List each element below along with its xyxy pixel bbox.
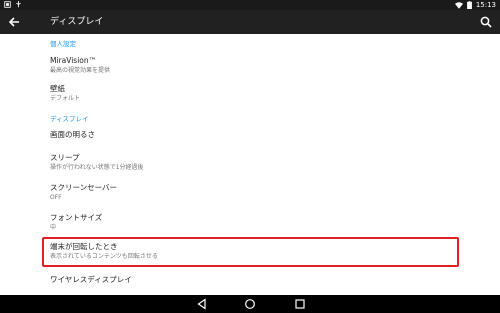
section-header-display: ディスプレイ (50, 115, 89, 123)
settings-list: 個人設定 MiraVision™ 最高の視覚効果を提供 壁紙 デフォルト ディス… (0, 34, 500, 295)
settings-item-brightness[interactable]: 画面の明るさ (50, 130, 460, 140)
settings-item-font-size[interactable]: フォントサイズ 中 (50, 213, 460, 232)
app-bar: ディスプレイ (0, 10, 500, 34)
settings-item-wallpaper[interactable]: 壁紙 デフォルト (50, 84, 460, 103)
status-time: 15:13 (475, 1, 496, 9)
section-header-personal: 個人設定 (50, 40, 76, 48)
recents-square-icon[interactable] (294, 298, 306, 310)
settings-item-title: ワイヤレスディスプレイ (50, 275, 132, 284)
settings-item-summary: デフォルト (50, 95, 81, 102)
highlight-box (42, 237, 459, 267)
settings-item-summary: 操作が行われない状態で1分経過後 (50, 164, 144, 171)
back-triangle-icon[interactable] (196, 298, 208, 310)
settings-item-sleep[interactable]: スリープ 操作が行われない状態で1分経過後 (50, 153, 460, 172)
battery-icon (466, 1, 472, 9)
settings-item-title: スリープ (50, 153, 80, 162)
status-bar: 15:13 (0, 0, 500, 10)
wifi-icon (454, 1, 463, 9)
settings-item-title: 画面の明るさ (50, 130, 95, 139)
usb-icon (16, 1, 21, 8)
search-icon[interactable] (478, 14, 494, 30)
settings-item-title: 壁紙 (50, 84, 65, 93)
settings-item-wireless-display[interactable]: ワイヤレスディスプレイ (50, 275, 460, 285)
settings-item-title: MiraVision™ (50, 56, 97, 65)
screenshot-icon (4, 1, 11, 8)
home-circle-icon[interactable] (244, 298, 256, 310)
settings-item-summary: 最高の視覚効果を提供 (50, 67, 111, 74)
settings-item-summary: OFF (50, 194, 62, 201)
settings-item-title: スクリーンセーバー (50, 183, 118, 192)
settings-item-miravision[interactable]: MiraVision™ 最高の視覚効果を提供 (50, 56, 460, 75)
back-arrow-icon[interactable] (6, 14, 22, 30)
page-title: ディスプレイ (50, 17, 104, 27)
navigation-bar (0, 295, 500, 313)
settings-item-screensaver[interactable]: スクリーンセーバー OFF (50, 183, 460, 202)
settings-item-summary: 中 (50, 224, 57, 231)
settings-item-title: フォントサイズ (50, 213, 103, 222)
